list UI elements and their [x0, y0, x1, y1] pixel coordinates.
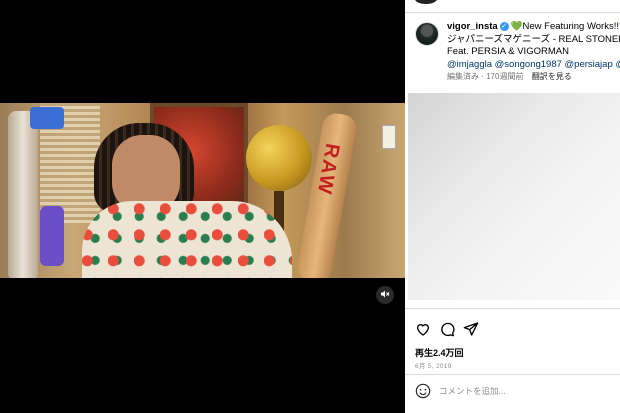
verified-badge-icon: ✓ [499, 21, 509, 31]
person-shirt [82, 201, 292, 278]
green-heart-icon: 💚 [510, 21, 523, 32]
muted-speaker-icon [381, 290, 390, 298]
comment-icon[interactable] [439, 321, 455, 337]
time-ago: 170週間前 [486, 72, 524, 81]
edited-label: 編集済み [447, 72, 479, 81]
caption-line-3: Feat. PERSIA & VIGORMAN [447, 46, 569, 57]
heart-icon[interactable] [415, 321, 431, 337]
top-avatar [415, 0, 437, 4]
glass-bong [8, 107, 64, 278]
bong-neck [30, 107, 64, 129]
caption-line-2: ジャパニーズマゲニーズ - REAL STONER [447, 33, 620, 45]
caption-line-1: New Featuring Works!! [522, 21, 619, 32]
caption-meta: 編集済み · 170週間前 翻訳を見る [447, 72, 572, 81]
translate-link[interactable]: 翻訳を見る [532, 72, 572, 81]
emoji-icon[interactable] [415, 383, 431, 399]
post-date: 6月 5, 2019 [415, 363, 452, 370]
video-frame[interactable]: RAW [0, 103, 405, 278]
bong-base [40, 206, 64, 266]
avatar[interactable] [415, 22, 439, 46]
share-icon[interactable] [463, 321, 479, 337]
person [82, 123, 292, 278]
post-caption: vigor_insta✓💚New Featuring Works!!💚 ジャパニ… [447, 21, 620, 71]
video-player[interactable]: RAW [0, 0, 405, 413]
divider-top [405, 12, 620, 13]
media-placeholder [408, 93, 620, 300]
caption-tags[interactable]: @imjaggla @songong1987 @persiajap @vi [447, 59, 620, 72]
post-side-panel: vigor_insta✓💚New Featuring Works!!💚 ジャパニ… [405, 0, 620, 413]
wall-outlet [382, 125, 396, 149]
action-bar [415, 320, 487, 338]
view-count[interactable]: 再生2.4万回 [415, 346, 464, 359]
mute-toggle-button[interactable] [376, 286, 394, 304]
divider-comment [405, 374, 620, 375]
comment-input[interactable] [439, 384, 609, 398]
divider-actions [405, 308, 620, 309]
username-link[interactable]: vigor_insta [447, 21, 498, 32]
